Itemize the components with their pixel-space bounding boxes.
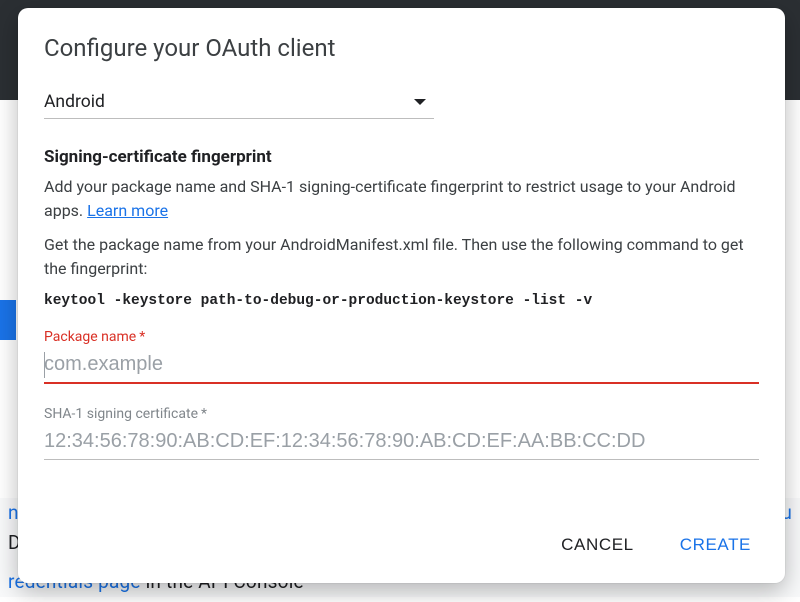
application-type-select[interactable]: Android xyxy=(44,90,434,119)
sha1-label-text: SHA-1 signing certificate xyxy=(44,406,198,422)
package-name-label: Package name * xyxy=(44,329,759,345)
fingerprint-heading: Signing-certificate fingerprint xyxy=(44,147,759,167)
keytool-command: keytool -keystore path-to-debug-or-produ… xyxy=(44,293,759,309)
package-name-field: Package name * xyxy=(44,329,759,384)
sha1-input[interactable] xyxy=(44,426,759,459)
dialog-title: Configure your OAuth client xyxy=(44,34,759,62)
sha1-field: SHA-1 signing certificate * xyxy=(44,406,759,460)
background-blue-chip xyxy=(0,300,16,340)
package-name-required: * xyxy=(139,329,145,345)
learn-more-link[interactable]: Learn more xyxy=(87,201,168,220)
create-button[interactable]: CREATE xyxy=(674,527,757,563)
dialog-actions: CANCEL CREATE xyxy=(44,515,759,563)
package-name-underline xyxy=(44,382,759,384)
package-name-label-text: Package name xyxy=(44,329,136,345)
package-name-input[interactable] xyxy=(44,349,759,382)
cancel-button[interactable]: CANCEL xyxy=(555,527,640,563)
oauth-config-dialog: Configure your OAuth client Android Sign… xyxy=(18,8,785,583)
chevron-down-icon xyxy=(414,99,426,105)
sha1-label: SHA-1 signing certificate * xyxy=(44,406,759,422)
text-cursor xyxy=(44,352,45,378)
fingerprint-desc-2: Get the package name from your AndroidMa… xyxy=(44,233,759,281)
sha1-required: * xyxy=(201,406,207,422)
fingerprint-desc-1: Add your package name and SHA-1 signing-… xyxy=(44,175,759,223)
application-type-value: Android xyxy=(44,92,105,112)
sha1-underline xyxy=(44,459,759,460)
